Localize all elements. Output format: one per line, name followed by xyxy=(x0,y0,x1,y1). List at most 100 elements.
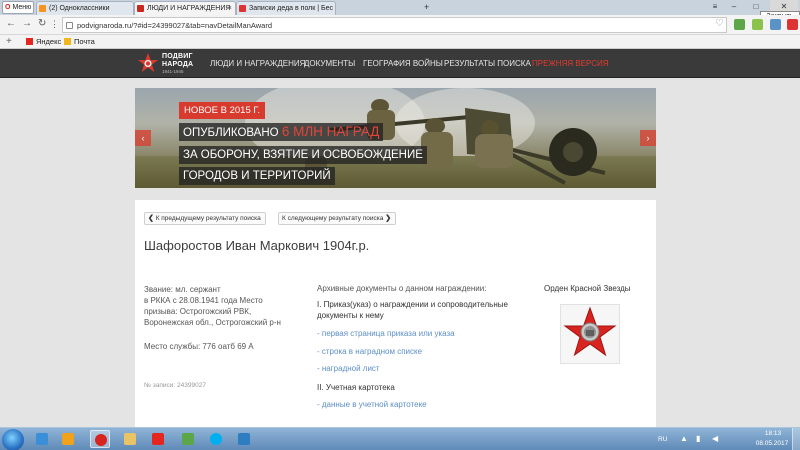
browser-menu-button[interactable]: O Меню xyxy=(2,1,34,14)
link-award-sheet[interactable]: - наградной лист xyxy=(317,364,380,373)
chevron-right-icon: ❯ xyxy=(385,215,392,222)
banner-new-badge: НОВОЕ В 2015 Г. xyxy=(179,102,266,119)
rank-line: Звание: мл. сержант xyxy=(144,285,221,294)
back-arrow-icon[interactable]: ← xyxy=(6,18,16,30)
bookmark-label: Яндекс xyxy=(36,37,62,46)
taskbar-media[interactable] xyxy=(58,430,78,448)
podvig-naroda-icon xyxy=(137,5,144,12)
red-star-icon xyxy=(138,53,158,72)
clock-time[interactable]: 18:13 xyxy=(758,430,788,437)
bookmark-mail[interactable]: Почта xyxy=(64,35,95,48)
odnoklassniki-icon xyxy=(39,5,46,12)
link-order-first-page[interactable]: - первая страница приказа или указа xyxy=(317,329,455,338)
site-logo[interactable]: ПОДВИГ НАРОДА 1941-1945 xyxy=(137,51,197,76)
browser-tab-strip: O Меню (2) Одноклассники ЛЮДИ И НАГРАЖДЕН… xyxy=(0,0,800,15)
tab-label: Записки деда в полк | Бес xyxy=(249,5,334,12)
link-award-list-line[interactable]: - строка в наградном списке xyxy=(317,347,422,356)
taskbar-ie[interactable] xyxy=(32,430,52,448)
nav-old-version[interactable]: ПРЕЖНЯЯ ВЕРСИЯ xyxy=(532,49,609,78)
banner-highlight: 6 МЛН НАГРАД xyxy=(281,124,380,139)
section-order-line2: документы к нему xyxy=(317,311,384,320)
prev-result-button[interactable]: ❮ К предыдущему результату поиска xyxy=(144,212,266,225)
browser-menu-label: Меню xyxy=(12,4,32,11)
taskbar-app[interactable] xyxy=(234,430,254,448)
opera-turbo-icon[interactable] xyxy=(787,19,798,30)
new-tab-button[interactable]: + xyxy=(424,1,429,14)
download-icon[interactable] xyxy=(734,19,745,30)
url-text: podvignaroda.ru/?#id=24399027&tab=navDet… xyxy=(77,21,273,30)
logo-text-line2: НАРОДА xyxy=(162,61,194,68)
banner-next-arrow[interactable]: › xyxy=(640,130,656,146)
bookmark-yandex[interactable]: Яндекс xyxy=(26,35,61,48)
volume-icon[interactable]: ◀ xyxy=(712,434,718,443)
taskbar-skype[interactable] xyxy=(206,430,226,448)
add-bookmark-icon[interactable]: + xyxy=(6,35,12,48)
logo-years: 1941-1945 xyxy=(162,69,184,74)
url-field[interactable]: podvignaroda.ru/?#id=24399027&tab=navDet… xyxy=(62,17,727,33)
record-number: № записи: 24399027 xyxy=(144,382,206,389)
close-tab-icon[interactable]: × xyxy=(228,2,232,15)
opera-logo-icon: O xyxy=(5,4,11,11)
next-result-label: К следующему результату поиска xyxy=(282,215,384,222)
language-indicator[interactable]: RU xyxy=(658,436,667,443)
chevron-left-icon: ❮ xyxy=(148,215,154,222)
award-title: Орден Красной Звезды xyxy=(544,284,631,293)
folder-icon xyxy=(124,433,136,445)
show-desktop-button[interactable] xyxy=(792,428,800,450)
extension-icon[interactable] xyxy=(752,19,763,30)
region-line: Воронежская обл., Острогожский р-н xyxy=(144,318,281,327)
tab-grandfather-notes[interactable]: Записки деда в полк | Бес xyxy=(236,1,336,15)
minimize-icon[interactable]: – xyxy=(726,0,742,14)
nav-war-geography[interactable]: ГЕОГРАФИЯ ВОЙНЫ xyxy=(363,49,443,78)
grid-icon[interactable]: ⋮ xyxy=(50,18,59,30)
tab-label: (2) Одноклассники xyxy=(49,5,110,12)
address-bar: ← → ↻ ⋮ podvignaroda.ru/?#id=24399027&ta… xyxy=(0,15,800,35)
next-result-button[interactable]: К следующему результату поиска ❯ xyxy=(278,212,397,225)
taskbar-yandex[interactable] xyxy=(148,430,168,448)
banner-line-1: ОПУБЛИКОВАНО 6 МЛН НАГРАД xyxy=(179,123,384,141)
star-icon xyxy=(239,5,246,12)
page-info-icon[interactable] xyxy=(66,22,73,29)
taskbar-explorer[interactable] xyxy=(120,430,140,448)
tab-people-awards[interactable]: ЛЮДИ И НАГРАЖДЕНИЯ × xyxy=(134,1,236,15)
taskbar-opera[interactable] xyxy=(90,430,110,448)
tab-label: ЛЮДИ И НАГРАЖДЕНИЯ xyxy=(147,5,231,12)
conscription-line: призыва: Острогожский РВК, xyxy=(144,307,252,316)
yandex-icon xyxy=(26,38,33,45)
prev-result-label: К предыдущему результату поиска xyxy=(155,215,261,222)
site-header: ПОДВИГ НАРОДА 1941-1945 ЛЮДИ И НАГРАЖДЕН… xyxy=(0,49,800,78)
person-name-heading: Шафоростов Иван Маркович 1904г.р. xyxy=(144,238,370,253)
nav-search-results[interactable]: РЕЗУЛЬТАТЫ ПОИСКА xyxy=(444,49,531,78)
sync-icon[interactable] xyxy=(770,19,781,30)
tab-menu-icon[interactable]: ≡ xyxy=(708,0,722,14)
tray-arrow-icon[interactable]: ▲ xyxy=(680,434,688,443)
bookmarks-bar: + Яндекс Почта xyxy=(0,35,800,49)
banner-prev-arrow[interactable]: ‹ xyxy=(135,130,151,146)
tab-odnoklassniki[interactable]: (2) Одноклассники xyxy=(36,1,134,15)
opera-icon xyxy=(95,434,107,446)
app-icon xyxy=(238,433,250,445)
section-card-index: II. Учетная картотека xyxy=(317,383,395,392)
nav-documents[interactable]: ДОКУМЕНТЫ xyxy=(304,49,355,78)
network-icon[interactable]: ▮ xyxy=(696,434,700,443)
windows-taskbar: RU ▲ ▮ ◀ 18:13 08.05.2017 xyxy=(0,427,800,450)
clock-date[interactable]: 08.05.2017 xyxy=(752,440,792,447)
service-place-line: Место службы: 776 оатб 69 А xyxy=(144,342,254,351)
order-red-star-icon xyxy=(563,306,617,357)
promo-banner[interactable]: НОВОЕ В 2015 Г. ОПУБЛИКОВАНО 6 МЛН НАГРА… xyxy=(135,88,656,188)
skype-icon xyxy=(210,433,222,445)
award-medal-image[interactable] xyxy=(560,304,620,364)
forward-arrow-icon[interactable]: → xyxy=(22,18,32,30)
start-button[interactable] xyxy=(2,429,24,450)
archive-docs-heading: Архивные документы о данном награждении: xyxy=(317,284,487,293)
link-card-index-data[interactable]: - данные в учетной картотеке xyxy=(317,400,427,409)
nav-people-awards[interactable]: ЛЮДИ И НАГРАЖДЕНИЯ xyxy=(210,49,305,78)
yandex-browser-icon xyxy=(152,433,164,445)
bookmark-heart-icon[interactable]: ♡ xyxy=(715,18,724,30)
reload-icon[interactable]: ↻ xyxy=(38,18,46,30)
banner-line-3: ГОРОДОВ И ТЕРРИТОРИЙ xyxy=(179,167,335,185)
utorrent-icon xyxy=(182,433,194,445)
award-record-card: ❮ К предыдущему результату поиска К след… xyxy=(135,200,656,440)
taskbar-utorrent[interactable] xyxy=(178,430,198,448)
internet-explorer-icon xyxy=(36,433,48,445)
